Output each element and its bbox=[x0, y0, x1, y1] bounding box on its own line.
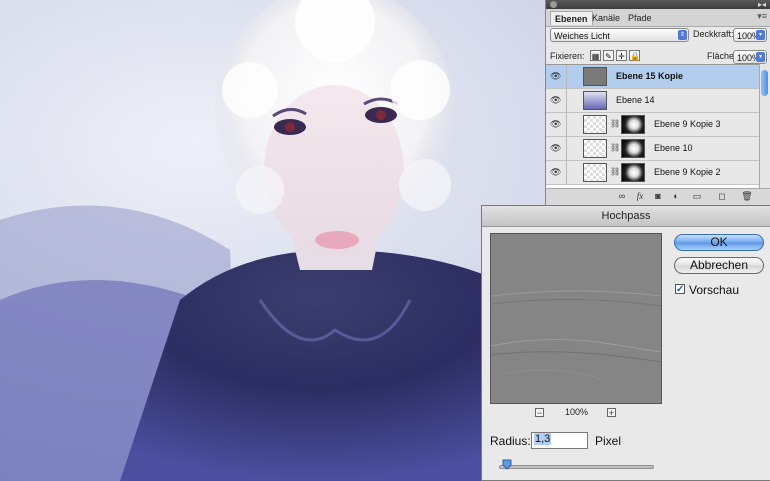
panel-menu-icon[interactable]: ▾≡ bbox=[757, 11, 767, 22]
trash-icon[interactable]: 🗑 bbox=[741, 191, 753, 202]
layer-name[interactable]: Ebene 9 Kopie 3 bbox=[654, 113, 721, 136]
mask-link-icon[interactable]: ⛓ bbox=[610, 119, 620, 128]
layer-row[interactable]: 👁 Ebene 15 Kopie bbox=[546, 65, 759, 89]
layer-row[interactable]: 👁 ⛓ Ebene 10 bbox=[546, 137, 759, 161]
zoom-in-button[interactable]: + bbox=[607, 408, 616, 418]
opacity-field[interactable]: 100% ▾ bbox=[733, 28, 767, 42]
layer-name[interactable]: Ebene 9 Kopie 2 bbox=[654, 161, 721, 184]
panel-footer: ∞ fx ◙ ◐ ▭ ◻ 🗑 bbox=[546, 188, 770, 205]
blend-mode-select[interactable]: Weiches Licht ⇕ bbox=[550, 28, 689, 42]
scrollbar-thumb[interactable] bbox=[761, 70, 768, 96]
layer-thumbnail bbox=[583, 115, 607, 134]
lock-position-icon[interactable]: ✛ bbox=[616, 50, 627, 61]
radius-slider-knob[interactable] bbox=[502, 459, 512, 470]
layer-thumbnail bbox=[583, 67, 607, 86]
tab-layers[interactable]: Ebenen bbox=[550, 11, 593, 25]
layer-name[interactable]: Ebene 10 bbox=[654, 137, 693, 160]
folder-icon[interactable]: ▭ bbox=[691, 191, 703, 202]
panel-titlebar[interactable]: ▸◂ bbox=[546, 0, 770, 9]
layer-thumbnail bbox=[583, 91, 607, 110]
unit-label: Pixel bbox=[595, 434, 622, 448]
radius-label: Radius: bbox=[490, 434, 531, 448]
cancel-button[interactable]: Abbrechen bbox=[674, 257, 764, 274]
dialog-title: Hochpass bbox=[482, 206, 770, 227]
zoom-out-button[interactable]: − bbox=[535, 408, 544, 418]
dropdown-arrow-icon: ▾ bbox=[756, 30, 765, 40]
tab-channels[interactable]: Kanäle bbox=[588, 11, 624, 25]
filter-preview[interactable] bbox=[490, 233, 662, 404]
ok-button[interactable]: OK bbox=[674, 234, 764, 251]
blend-mode-value: Weiches Licht bbox=[554, 31, 610, 41]
layer-mask-thumbnail[interactable] bbox=[621, 115, 645, 134]
lock-transparency-icon[interactable]: ▦ bbox=[590, 50, 601, 61]
new-layer-icon[interactable]: ◻ bbox=[716, 191, 728, 202]
layer-thumbnail bbox=[583, 139, 607, 158]
visibility-eye-icon[interactable]: 👁 bbox=[550, 143, 561, 154]
mask-icon[interactable]: ◙ bbox=[652, 191, 664, 202]
preview-checkbox-label[interactable]: Vorschau bbox=[689, 283, 739, 297]
layers-scrollbar[interactable] bbox=[759, 64, 770, 189]
link-icon[interactable]: ∞ bbox=[616, 191, 628, 202]
mask-link-icon[interactable]: ⛓ bbox=[610, 167, 620, 176]
collapse-icon[interactable]: ▸◂ bbox=[758, 0, 766, 9]
mask-link-icon[interactable]: ⛓ bbox=[610, 143, 620, 152]
fill-field[interactable]: 100% ▾ bbox=[733, 50, 767, 64]
radius-input[interactable]: 1,3 bbox=[531, 432, 588, 449]
radius-value: 1,3 bbox=[534, 433, 552, 445]
zoom-level: 100% bbox=[565, 407, 589, 417]
layer-row[interactable]: 👁 ⛓ Ebene 9 Kopie 3 bbox=[546, 113, 759, 137]
high-pass-dialog: Hochpass − 100% + OK Abbrechen ✓ Vorscha… bbox=[481, 205, 770, 481]
layer-name[interactable]: Ebene 14 bbox=[616, 89, 655, 112]
layer-mask-thumbnail[interactable] bbox=[621, 139, 645, 158]
fx-icon[interactable]: fx bbox=[634, 191, 646, 202]
layer-name[interactable]: Ebene 15 Kopie bbox=[616, 65, 683, 88]
close-icon[interactable] bbox=[550, 1, 557, 8]
radius-slider-track[interactable] bbox=[499, 465, 654, 469]
dropdown-arrow-icon: ▾ bbox=[756, 52, 765, 62]
preview-checkbox[interactable]: ✓ bbox=[675, 284, 685, 295]
layer-mask-thumbnail[interactable] bbox=[621, 163, 645, 182]
panel-tabs: Ebenen Kanäle Pfade ▾≡ bbox=[546, 9, 770, 27]
opacity-label: Deckkraft: bbox=[693, 29, 734, 39]
visibility-eye-icon[interactable]: 👁 bbox=[550, 95, 561, 106]
visibility-eye-icon[interactable]: 👁 bbox=[550, 167, 561, 178]
layers-panel: ▸◂ Ebenen Kanäle Pfade ▾≡ Weiches Licht … bbox=[545, 0, 770, 206]
lock-all-icon[interactable]: 🔒 bbox=[629, 50, 640, 61]
visibility-eye-icon[interactable]: 👁 bbox=[550, 119, 561, 130]
select-arrows-icon: ⇕ bbox=[678, 30, 687, 40]
layer-row[interactable]: 👁 Ebene 14 bbox=[546, 89, 759, 113]
adjustment-icon[interactable]: ◐ bbox=[670, 191, 682, 202]
visibility-eye-icon[interactable]: 👁 bbox=[550, 71, 561, 82]
lock-label: Fixieren: bbox=[550, 51, 585, 61]
layer-list: 👁 Ebene 15 Kopie 👁 Ebene 14 👁 ⛓ Ebene 9 … bbox=[546, 64, 759, 190]
zoom-controls: − 100% + bbox=[532, 407, 622, 419]
lock-pixels-icon[interactable]: ✎ bbox=[603, 50, 614, 61]
tab-paths[interactable]: Pfade bbox=[624, 11, 656, 25]
layer-thumbnail bbox=[583, 163, 607, 182]
layer-row[interactable]: 👁 ⛓ Ebene 9 Kopie 2 bbox=[546, 161, 759, 185]
